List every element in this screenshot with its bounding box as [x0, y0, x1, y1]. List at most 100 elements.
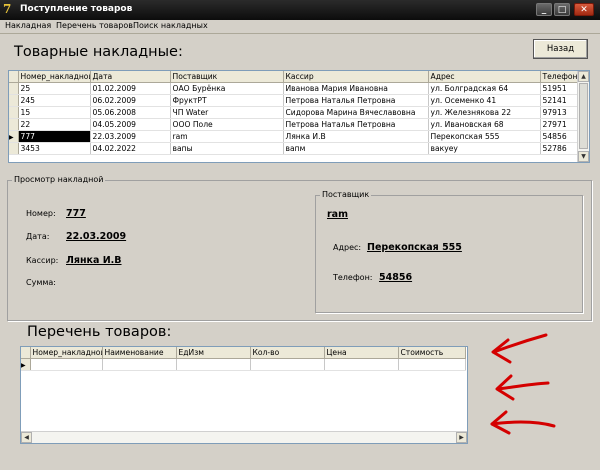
table-row[interactable]: 3453 04.02.2022 вапы вапм вакуеу 52786 [9, 142, 581, 155]
menu-goods-list[interactable]: Перечень товаров [56, 21, 133, 30]
scroll-down-arrow-icon[interactable]: ▼ [578, 151, 589, 162]
supplier-address-value: Перекопская 555 [367, 242, 462, 253]
main-window: 7 Поступление товаров _ □ ✕ Накладная Пе… [0, 0, 600, 470]
table-cell[interactable] [176, 358, 251, 371]
view-invoice-caption: Просмотр накладной [12, 175, 106, 184]
table-cell[interactable]: ОАО Бурёнка [170, 82, 284, 95]
back-button[interactable]: Назад [533, 39, 588, 59]
app-icon: 7 [3, 2, 12, 16]
row-pointer-icon[interactable]: ▶ [9, 130, 19, 143]
table-cell[interactable]: 97913 [540, 106, 581, 119]
window-title: Поступление товаров [20, 4, 133, 14]
table-cell[interactable]: 3453 [18, 142, 91, 155]
arrow-1-head [491, 338, 512, 364]
table-cell[interactable]: 15 [18, 106, 91, 119]
table-row[interactable]: 15 05.06.2008 ЧП Water Сидорова Марина Вяче… [9, 106, 581, 119]
table-cell[interactable]: 25 [18, 82, 91, 95]
table-cell[interactable]: 01.02.2009 [90, 82, 171, 95]
row-indicator[interactable] [9, 118, 19, 131]
invoices-vertical-scrollbar[interactable]: ▲ ▼ [577, 71, 589, 162]
table-cell[interactable]: 04.02.2022 [90, 142, 171, 155]
arrow-2-shaft [496, 381, 550, 391]
col-header-cashier[interactable]: Кассир [283, 71, 429, 83]
menu-search-invoices[interactable]: Поиск накладных [133, 21, 208, 30]
table-row[interactable]: 25 01.02.2009 ОАО Бурёнка Иванова Мария Ива… [9, 82, 581, 95]
table-cell[interactable]: Петрова Наталья Петровна [283, 118, 429, 131]
invoices-heading: Товарные накладные: [14, 44, 183, 60]
col-header-unit[interactable]: ЕдИзм [176, 347, 251, 359]
scroll-up-arrow-icon[interactable]: ▲ [578, 71, 589, 82]
table-cell[interactable]: ул. Осеменко 41 [428, 94, 541, 107]
maximize-button[interactable]: □ [554, 3, 570, 16]
number-label: Номер: [26, 209, 56, 218]
table-cell[interactable] [250, 358, 325, 371]
table-row[interactable]: ▶ [21, 358, 466, 371]
supplier-phone-value: 54856 [379, 272, 413, 283]
close-button[interactable]: ✕ [574, 3, 594, 16]
table-cell[interactable]: ЧП Water [170, 106, 284, 119]
invoices-grid[interactable]: Номер_накладной Дата Поставщик Кассир Ад… [8, 70, 590, 163]
table-cell[interactable]: 54856 [540, 130, 581, 143]
row-indicator[interactable] [9, 106, 19, 119]
table-cell[interactable] [398, 358, 466, 371]
table-cell[interactable]: ram [170, 130, 284, 143]
col-header-supplier[interactable]: Поставщик [170, 71, 284, 83]
table-cell[interactable]: 245 [18, 94, 91, 107]
table-cell[interactable]: 04.05.2009 [90, 118, 171, 131]
table-cell[interactable] [102, 358, 177, 371]
table-cell[interactable]: Лянка И.В [283, 130, 429, 143]
scroll-track[interactable] [33, 433, 453, 442]
table-cell[interactable]: ООО Поле [170, 118, 284, 131]
table-row[interactable]: ▶ 777 22.03.2009 ram Лянка И.В Перекопская 55… [9, 130, 581, 143]
row-indicator[interactable] [9, 94, 19, 107]
table-cell[interactable]: 52786 [540, 142, 581, 155]
arrow-3-shaft [490, 420, 556, 428]
table-cell[interactable]: ул. Ивановская 68 [428, 118, 541, 131]
table-cell[interactable]: ул. Железнякова 22 [428, 106, 541, 119]
row-indicator-header [21, 347, 31, 359]
table-cell[interactable]: Иванова Мария Ивановна [283, 82, 429, 95]
table-cell[interactable]: вапы [170, 142, 284, 155]
scroll-thumb[interactable] [579, 83, 588, 149]
table-row[interactable]: 245 06.02.2009 ФруктРТ Петрова Наталья Петр… [9, 94, 581, 107]
table-cell[interactable]: ул. Болградская 64 [428, 82, 541, 95]
row-indicator[interactable] [9, 82, 19, 95]
col-header-address[interactable]: Адрес [428, 71, 541, 83]
scroll-left-arrow-icon[interactable]: ◀ [21, 432, 32, 443]
scroll-right-arrow-icon[interactable]: ▶ [456, 432, 467, 443]
date-label: Дата: [26, 232, 50, 241]
sum-label: Сумма: [26, 278, 56, 287]
table-cell[interactable]: ФруктРТ [170, 94, 284, 107]
table-cell[interactable]: 22.03.2009 [90, 130, 171, 143]
table-cell[interactable]: 27971 [540, 118, 581, 131]
table-cell[interactable]: 22 [18, 118, 91, 131]
col-header-quantity[interactable]: Кол-во [250, 347, 325, 359]
menu-invoice[interactable]: Накладная [5, 21, 51, 30]
table-row[interactable]: 22 04.05.2009 ООО Поле Петрова Наталья Петр… [9, 118, 581, 131]
table-cell[interactable]: вапм [283, 142, 429, 155]
table-cell[interactable]: 777 [18, 130, 91, 143]
minimize-button[interactable]: _ [536, 3, 552, 16]
col-header-date[interactable]: Дата [90, 71, 171, 83]
row-indicator[interactable] [9, 142, 19, 155]
col-header-name[interactable]: Наименование [102, 347, 177, 359]
goods-grid[interactable]: Номер_накладной Наименование ЕдИзм Кол-в… [20, 346, 468, 444]
table-cell[interactable] [324, 358, 399, 371]
table-cell[interactable]: Перекопская 555 [428, 130, 541, 143]
col-header-number[interactable]: Номер_накладной [18, 71, 91, 83]
menu-bar: Накладная Перечень товаров Поиск накладн… [0, 20, 600, 34]
col-header-phone[interactable]: Телефон [540, 71, 581, 83]
table-cell[interactable]: 51951 [540, 82, 581, 95]
col-header-cost[interactable]: Стоимость [398, 347, 466, 359]
col-header-number[interactable]: Номер_накладной [30, 347, 103, 359]
col-header-price[interactable]: Цена [324, 347, 399, 359]
table-cell[interactable]: Сидорова Марина Вячеславовна [283, 106, 429, 119]
supplier-caption: Поставщик [320, 190, 372, 199]
table-cell[interactable]: 05.06.2008 [90, 106, 171, 119]
table-cell[interactable]: Петрова Наталья Петровна [283, 94, 429, 107]
goods-horizontal-scrollbar[interactable]: ◀ ▶ [21, 431, 467, 443]
table-cell[interactable]: вакуеу [428, 142, 541, 155]
table-cell[interactable] [30, 358, 103, 371]
table-cell[interactable]: 06.02.2009 [90, 94, 171, 107]
table-cell[interactable]: 52141 [540, 94, 581, 107]
